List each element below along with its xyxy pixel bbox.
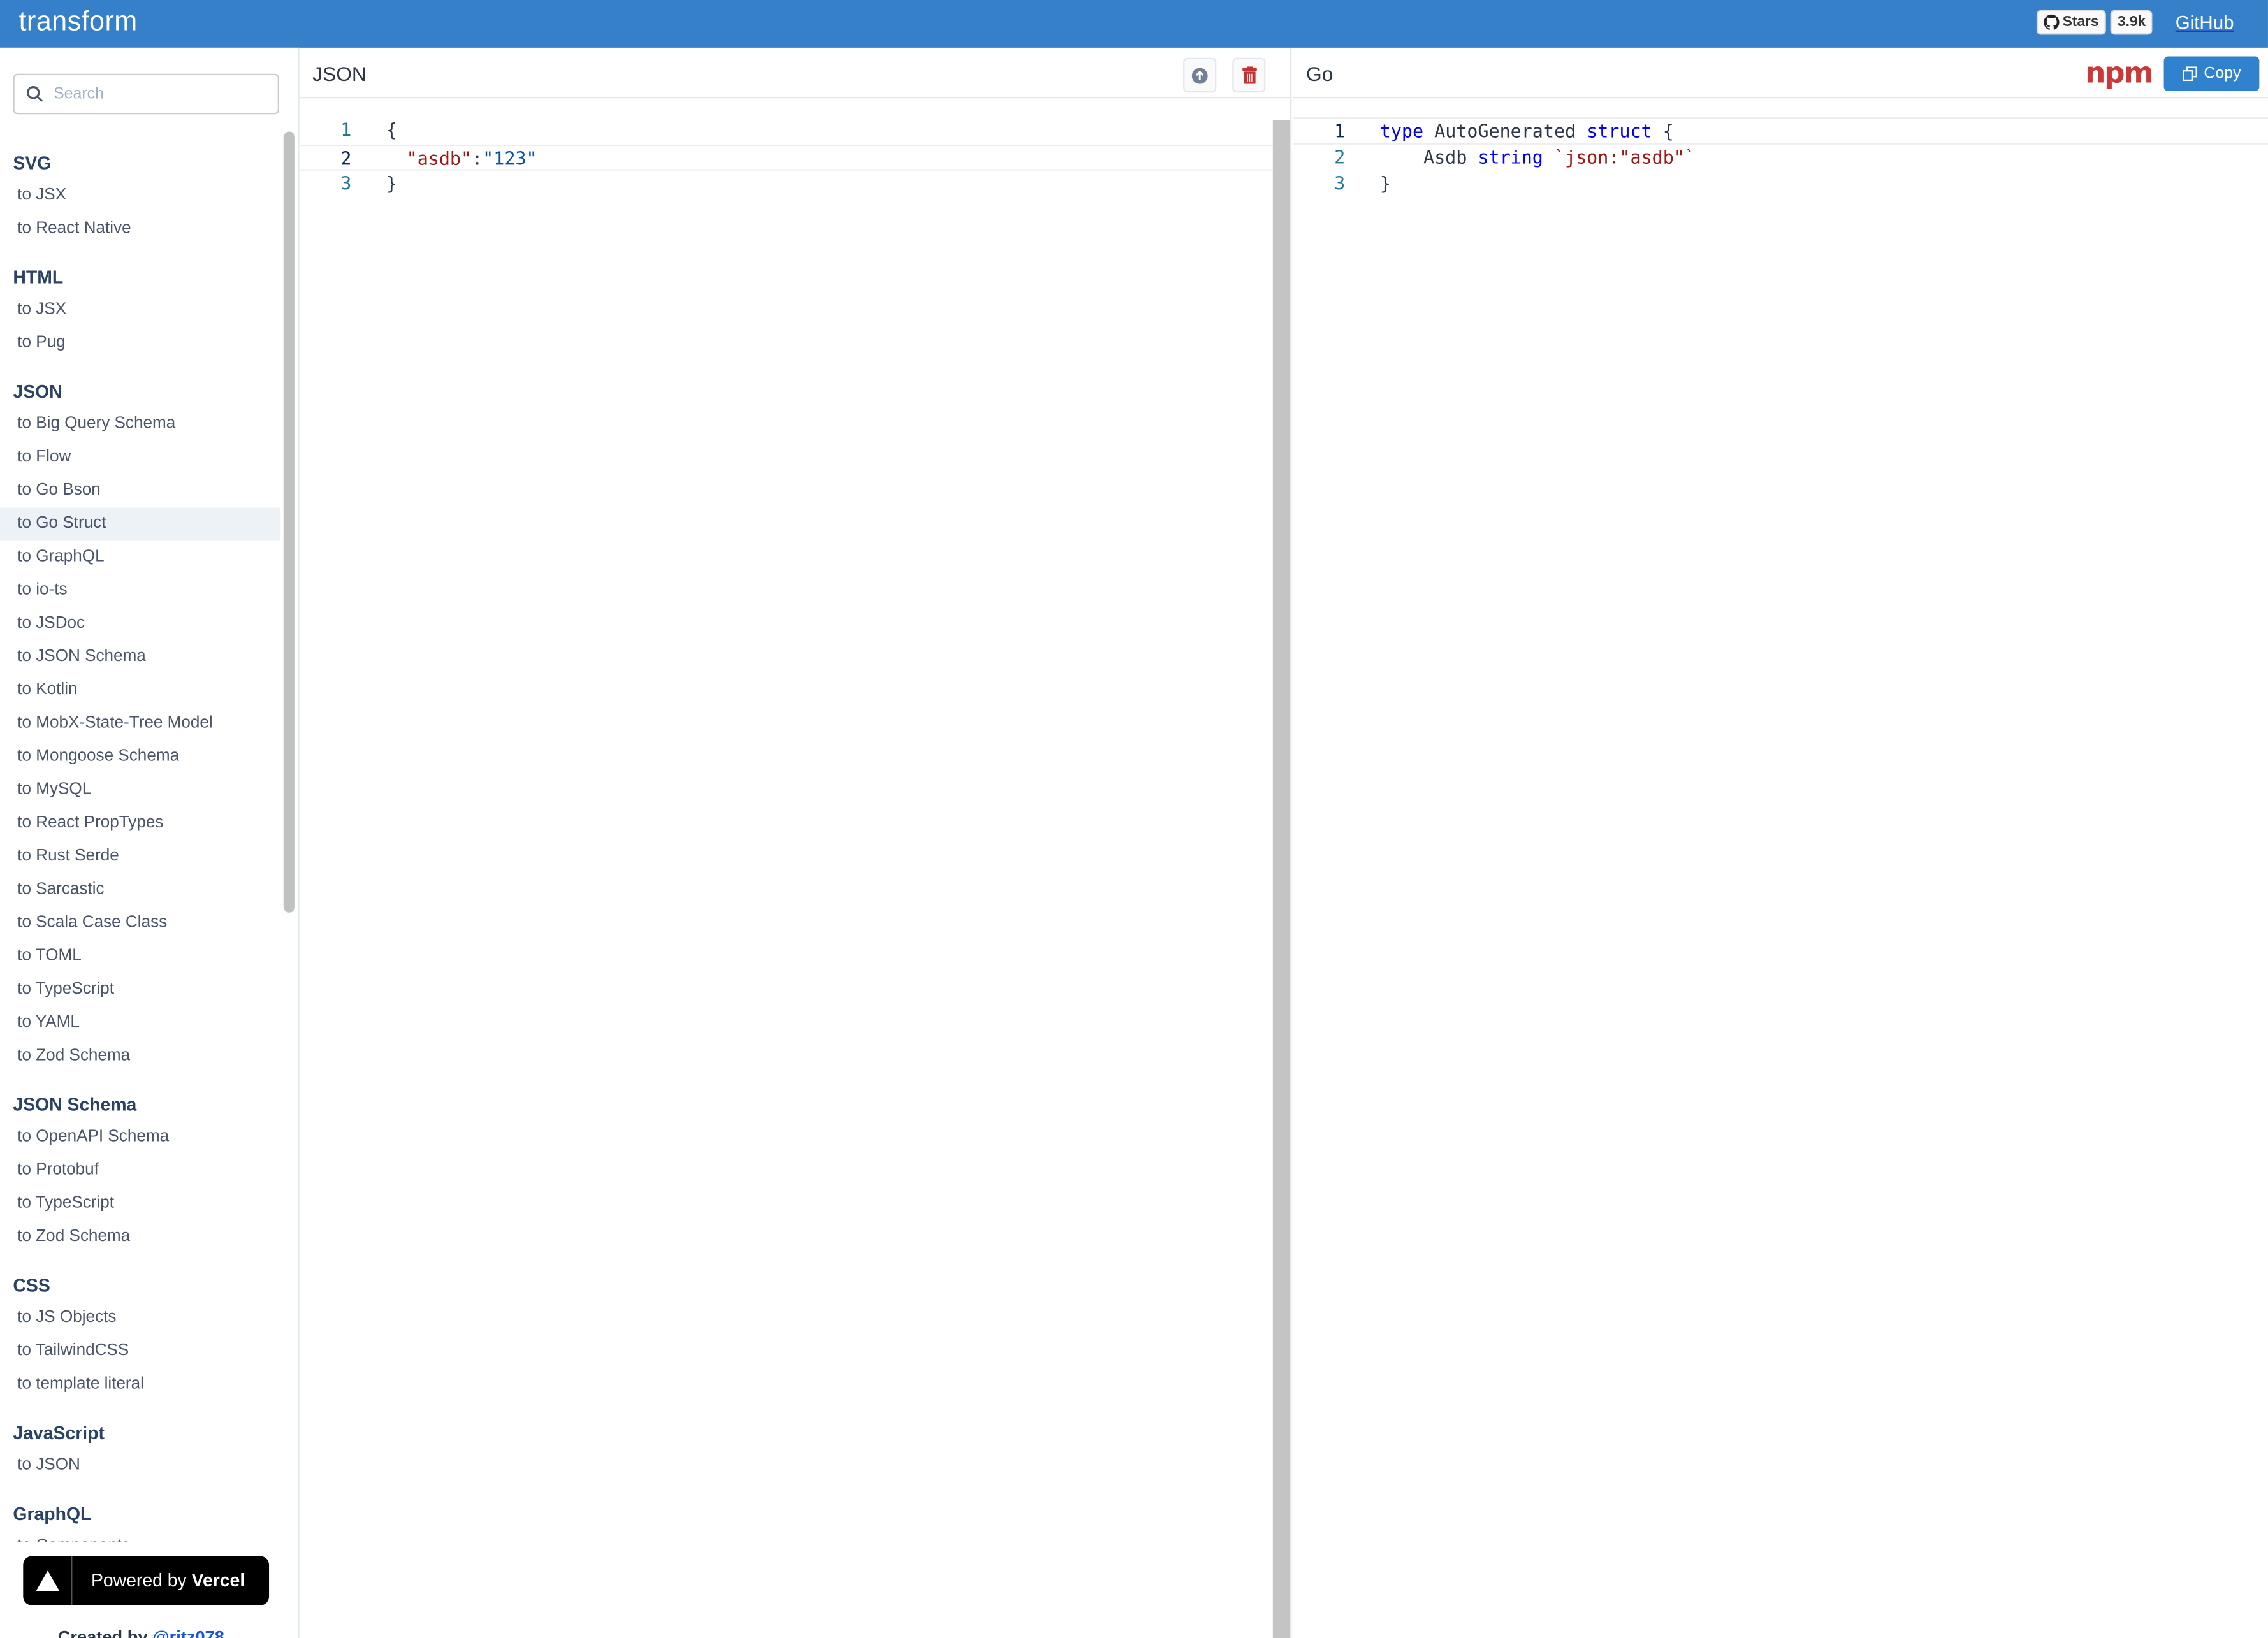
line-number: 1 <box>340 119 352 141</box>
upload-button[interactable] <box>1183 57 1217 93</box>
npm-logo[interactable]: npm <box>2085 58 2154 87</box>
sidebar-item[interactable]: to TOML <box>0 940 280 973</box>
sidebar-section-heading: JavaScript <box>13 1423 105 1444</box>
sidebar-item[interactable]: to JSON <box>0 1449 280 1482</box>
sidebar-section-heading: GraphQL <box>13 1504 92 1525</box>
sidebar-item[interactable]: to Flow <box>0 441 280 474</box>
author-link[interactable]: @ritz078 <box>152 1627 224 1638</box>
sidebar-item[interactable]: to io-ts <box>0 574 280 607</box>
vercel-label: Powered by Vercel <box>91 1570 245 1591</box>
transform-list: SVG to JSX to React Native HTML to JSX to Pug… <box>0 131 281 1542</box>
output-pane: Go npm Copy 1 type AutoGenerated struct {… <box>1293 48 2268 1638</box>
sidebar-item[interactable]: to React Native <box>0 213 280 246</box>
sidebar-item[interactable]: to TypeScript <box>0 1187 280 1221</box>
sidebar-item[interactable]: to template literal <box>0 1368 280 1402</box>
app-logo[interactable]: transform <box>18 7 137 39</box>
sidebar: Search SVG to JSX to React Native HTML to JS… <box>0 47 300 1638</box>
sidebar-section-heading: JSON Schema <box>13 1094 137 1115</box>
sidebar-item[interactable]: to Pug <box>0 327 280 360</box>
sidebar-item[interactable]: to TailwindCSS <box>0 1335 280 1368</box>
sidebar-item[interactable]: to OpenAPI Schema <box>0 1121 280 1154</box>
json-editor[interactable]: 1 { 2 "asdb":"123" 3} <box>299 117 1291 198</box>
vercel-triangle-icon <box>23 1556 73 1605</box>
sidebar-item[interactable]: to JS Objects <box>0 1301 280 1335</box>
line-number: 2 <box>1334 145 1346 168</box>
sidebar-item[interactable]: to Rust Serde <box>0 840 280 873</box>
sidebar-item[interactable]: to Zod Schema <box>0 1040 280 1073</box>
clear-button[interactable] <box>1232 57 1266 93</box>
sidebar-item[interactable]: to JSX <box>0 294 280 327</box>
line-number: 1 <box>1334 120 1346 142</box>
sidebar-item[interactable]: to JSON Schema <box>0 641 280 674</box>
sidebar-item[interactable]: to Go Bson <box>0 474 280 507</box>
upload-icon <box>1191 67 1208 83</box>
stars-count[interactable]: 3.9k <box>2110 10 2153 35</box>
sidebar-item[interactable]: to MySQL <box>0 774 280 807</box>
sidebar-section-heading: JSON <box>13 382 62 402</box>
github-stars-badge[interactable]: Stars 3.9k <box>2036 10 2153 35</box>
sidebar-item[interactable]: to Scala Case Class <box>0 907 280 940</box>
sidebar-item[interactable]: to JSX <box>0 179 280 212</box>
code-line: } <box>1379 172 1391 194</box>
sidebar-item[interactable]: to React PropTypes <box>0 807 280 840</box>
output-pane-title: Go <box>1305 62 1334 85</box>
input-pane-header: JSON <box>299 48 1291 99</box>
sidebar-item[interactable]: to Big Query Schema <box>0 408 280 441</box>
github-icon <box>2044 14 2060 31</box>
created-by: Created by @ritz078 <box>58 1627 224 1638</box>
code-line: { <box>386 119 397 141</box>
copy-button[interactable]: Copy <box>2163 56 2260 91</box>
sidebar-item[interactable]: to Protobuf <box>0 1154 280 1187</box>
trash-icon <box>1242 66 1256 84</box>
top-bar: transform Stars 3.9k GitHub <box>0 0 2268 48</box>
sidebar-item[interactable]: to Sarcastic <box>0 874 280 907</box>
sidebar-section-heading: SVG <box>13 153 52 174</box>
copy-icon <box>2182 66 2197 82</box>
sidebar-item[interactable]: to Zod Schema <box>0 1221 280 1254</box>
code-line: type AutoGenerated struct { <box>1379 120 1674 142</box>
input-pane-title: JSON <box>312 62 367 85</box>
line-number: 3 <box>1334 172 1346 194</box>
sidebar-scrollbar[interactable] <box>283 131 295 913</box>
sidebar-item[interactable]: to Kotlin <box>0 674 280 707</box>
sidebar-item[interactable]: to Components <box>0 1530 280 1542</box>
sidebar-item[interactable]: to Mongoose Schema <box>0 741 280 774</box>
search-input[interactable]: Search <box>13 73 279 115</box>
sidebar-item[interactable]: to JSDoc <box>0 607 280 641</box>
code-line: } <box>386 172 397 194</box>
sidebar-item[interactable]: to GraphQL <box>0 541 280 574</box>
sidebar-section-heading: HTML <box>13 267 64 288</box>
code-line: Asdb string `json:"asdb"` <box>1379 145 1696 168</box>
sidebar-item[interactable]: to TypeScript <box>0 973 280 1006</box>
line-number: 3 <box>340 172 352 194</box>
code-line: "asdb":"123" <box>406 147 537 169</box>
sidebar-section-heading: CSS <box>13 1275 50 1296</box>
powered-by-vercel-button[interactable]: Powered by Vercel <box>23 1556 270 1605</box>
go-output-editor[interactable]: 1 type AutoGenerated struct { 2 Asdb stri… <box>1293 117 2268 198</box>
sidebar-item[interactable]: to YAML <box>0 1006 280 1040</box>
output-pane-header: Go npm Copy <box>1293 48 2268 99</box>
sidebar-item[interactable]: to Go Struct <box>0 507 281 541</box>
sidebar-item[interactable]: to MobX-State-Tree Model <box>0 707 280 741</box>
line-number: 2 <box>340 147 352 169</box>
github-link[interactable]: GitHub <box>2176 11 2234 33</box>
input-pane: JSON 1 { 2 "asdb":"123" 3} <box>299 47 1292 1638</box>
search-icon <box>26 86 43 102</box>
editor-scrollbar[interactable] <box>1272 120 1291 1638</box>
search-placeholder: Search <box>53 85 105 103</box>
stars-button[interactable]: Stars <box>2036 10 2106 35</box>
